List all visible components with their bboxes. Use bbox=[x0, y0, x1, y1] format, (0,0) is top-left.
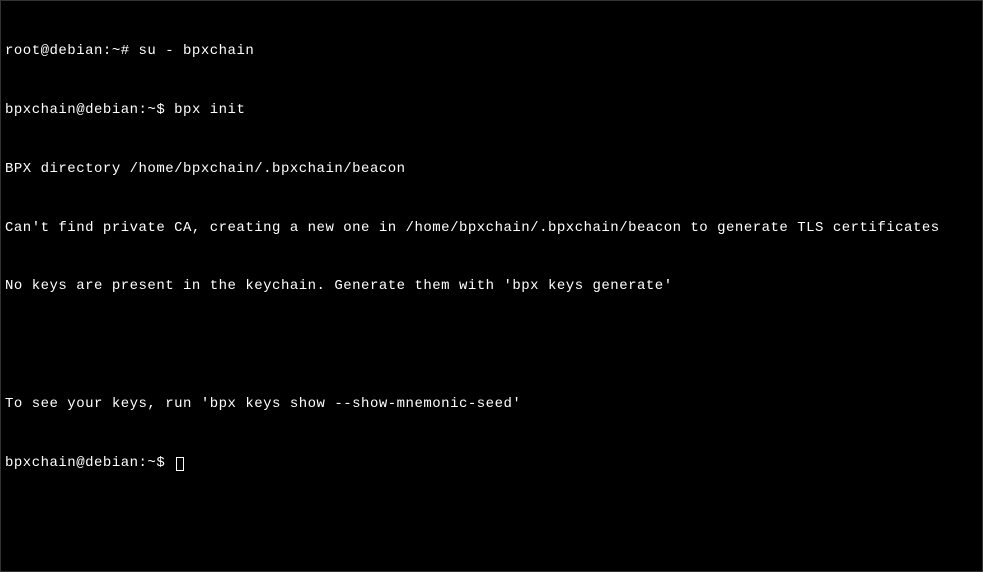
prompt: root@debian:~# bbox=[5, 43, 130, 59]
terminal-line: bpxchain@debian:~$ bpx init bbox=[5, 101, 978, 121]
terminal-window[interactable]: root@debian:~# su - bpxchain bpxchain@de… bbox=[5, 3, 978, 493]
terminal-output: BPX directory /home/bpxchain/.bpxchain/b… bbox=[5, 160, 978, 180]
terminal-output: Can't find private CA, creating a new on… bbox=[5, 219, 978, 239]
cursor-icon bbox=[176, 457, 184, 471]
command-text: su - bpxchain bbox=[130, 43, 255, 59]
terminal-output: No keys are present in the keychain. Gen… bbox=[5, 277, 978, 297]
terminal-line: root@debian:~# su - bpxchain bbox=[5, 42, 978, 62]
command-text: bpx init bbox=[165, 102, 245, 118]
prompt: bpxchain@debian:~$ bbox=[5, 455, 165, 471]
terminal-output: To see your keys, run 'bpx keys show --s… bbox=[5, 395, 978, 415]
command-text bbox=[165, 455, 174, 471]
terminal-line: bpxchain@debian:~$ bbox=[5, 454, 978, 474]
terminal-blank-line bbox=[5, 336, 978, 356]
prompt: bpxchain@debian:~$ bbox=[5, 102, 165, 118]
